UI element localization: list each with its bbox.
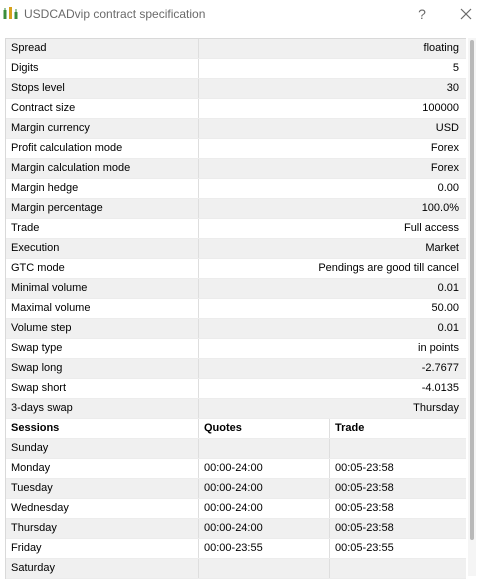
spec-row[interactable]: Swap short -4.0135 bbox=[6, 379, 466, 399]
spec-value: in points bbox=[418, 342, 459, 354]
spec-label: Execution bbox=[6, 239, 199, 258]
session-day: Wednesday bbox=[6, 499, 199, 518]
spec-row[interactable]: Maximal volume 50.00 bbox=[6, 299, 466, 319]
session-quotes: 00:00-24:00 bbox=[199, 459, 330, 478]
session-day: Tuesday bbox=[6, 479, 199, 498]
spec-value: USD bbox=[435, 122, 459, 134]
session-quotes: 00:00-24:00 bbox=[199, 519, 330, 538]
spec-row[interactable]: Digits 5 bbox=[6, 59, 466, 79]
spec-label: Swap long bbox=[6, 359, 199, 378]
spec-value: floating bbox=[423, 42, 459, 54]
spec-row[interactable]: Spread floating bbox=[6, 39, 466, 59]
spec-value: Thursday bbox=[413, 402, 459, 414]
spec-label: Maximal volume bbox=[6, 299, 199, 318]
spec-row[interactable]: 3-days swap Thursday bbox=[6, 399, 466, 419]
session-trade: 00:05-23:55 bbox=[335, 542, 394, 554]
spec-value: 100000 bbox=[422, 102, 459, 114]
session-day: Monday bbox=[6, 459, 199, 478]
window-title: USDCADvip contract specification bbox=[24, 7, 206, 21]
help-icon: ? bbox=[418, 6, 426, 22]
spec-label: Digits bbox=[6, 59, 199, 78]
sessions-header-trade: Trade bbox=[335, 422, 365, 434]
session-quotes: 00:00-23:55 bbox=[199, 539, 330, 558]
title-bar: USDCADvip contract specification ? bbox=[0, 0, 478, 30]
sessions-header-day: Sessions bbox=[6, 419, 199, 438]
session-quotes: 00:00-24:00 bbox=[199, 479, 330, 498]
session-day: Saturday bbox=[6, 559, 199, 578]
session-trade: 00:05-23:58 bbox=[335, 462, 394, 474]
spec-row[interactable]: Volume step 0.01 bbox=[6, 319, 466, 339]
session-day: Friday bbox=[6, 539, 199, 558]
spec-value: 100.0% bbox=[421, 202, 459, 214]
spec-row[interactable]: Margin percentage 100.0% bbox=[6, 199, 466, 219]
spec-label: Minimal volume bbox=[6, 279, 199, 298]
spec-value: 0.00 bbox=[437, 182, 459, 194]
session-trade bbox=[330, 559, 465, 578]
session-trade: 00:05-23:58 bbox=[335, 502, 394, 514]
spec-label: Swap short bbox=[6, 379, 199, 398]
close-icon bbox=[460, 8, 472, 20]
spec-value: 50.00 bbox=[431, 302, 459, 314]
spec-value: Pendings are good till cancel bbox=[318, 262, 459, 274]
session-row[interactable]: Thursday 00:00-24:00 00:05-23:58 bbox=[6, 519, 466, 539]
spec-row[interactable]: Margin currency USD bbox=[6, 119, 466, 139]
spec-label: Volume step bbox=[6, 319, 199, 338]
sessions-header-quotes: Quotes bbox=[199, 419, 330, 438]
session-trade: 00:05-23:58 bbox=[335, 522, 394, 534]
spec-label: Margin calculation mode bbox=[6, 159, 199, 178]
help-button[interactable]: ? bbox=[412, 4, 432, 24]
spec-label: Contract size bbox=[6, 99, 199, 118]
spec-label: Margin currency bbox=[6, 119, 199, 138]
spec-label: Margin percentage bbox=[6, 199, 199, 218]
spec-row[interactable]: Profit calculation mode Forex bbox=[6, 139, 466, 159]
spec-row[interactable]: Trade Full access bbox=[6, 219, 466, 239]
session-quotes: 00:00-24:00 bbox=[199, 499, 330, 518]
spec-row[interactable]: Swap long -2.7677 bbox=[6, 359, 466, 379]
session-row[interactable]: Friday 00:00-23:55 00:05-23:55 bbox=[6, 539, 466, 559]
spec-value: -2.7677 bbox=[421, 362, 459, 374]
spec-row[interactable]: Stops level 30 bbox=[6, 79, 466, 99]
session-trade bbox=[330, 439, 465, 458]
session-row[interactable]: Sunday bbox=[6, 439, 466, 459]
session-row[interactable]: Wednesday 00:00-24:00 00:05-23:58 bbox=[6, 499, 466, 519]
spec-row[interactable]: Minimal volume 0.01 bbox=[6, 279, 466, 299]
spec-row[interactable]: GTC mode Pendings are good till cancel bbox=[6, 259, 466, 279]
spec-label: 3-days swap bbox=[6, 399, 199, 418]
close-button[interactable] bbox=[456, 4, 476, 24]
spec-label: Trade bbox=[6, 219, 199, 238]
spec-label: Stops level bbox=[6, 79, 199, 98]
spec-row[interactable]: Margin hedge 0.00 bbox=[6, 179, 466, 199]
spec-value: Market bbox=[425, 242, 459, 254]
session-trade: 00:05-23:58 bbox=[335, 482, 394, 494]
session-quotes bbox=[199, 559, 330, 578]
spec-value: Full access bbox=[403, 222, 459, 234]
spec-value: Forex bbox=[430, 162, 459, 174]
specification-table: Spread floating Digits 5 Stops level 30 Contra… bbox=[5, 38, 466, 579]
spec-row[interactable]: Execution Market bbox=[6, 239, 466, 259]
spec-label: GTC mode bbox=[6, 259, 199, 278]
spec-label: Profit calculation mode bbox=[6, 139, 199, 158]
session-day: Sunday bbox=[6, 439, 199, 458]
spec-value: Forex bbox=[430, 142, 459, 154]
spec-value: 5 bbox=[452, 62, 459, 74]
session-row[interactable]: Saturday bbox=[6, 559, 466, 579]
chart-app-icon bbox=[3, 6, 19, 20]
spec-value: 30 bbox=[446, 82, 459, 94]
spec-value: -4.0135 bbox=[421, 382, 459, 394]
spec-value: 0.01 bbox=[437, 322, 459, 334]
spec-label: Spread bbox=[6, 39, 199, 58]
spec-row[interactable]: Margin calculation mode Forex bbox=[6, 159, 466, 179]
sessions-header-row: Sessions Quotes Trade bbox=[6, 419, 466, 439]
session-day: Thursday bbox=[6, 519, 199, 538]
session-row[interactable]: Monday 00:00-24:00 00:05-23:58 bbox=[6, 459, 466, 479]
spec-label: Margin hedge bbox=[6, 179, 199, 198]
spec-label: Swap type bbox=[6, 339, 199, 358]
spec-value: 0.01 bbox=[437, 282, 459, 294]
session-row[interactable]: Tuesday 00:00-24:00 00:05-23:58 bbox=[6, 479, 466, 499]
session-quotes bbox=[199, 439, 330, 458]
scrollbar-thumb[interactable] bbox=[470, 40, 474, 540]
spec-row[interactable]: Swap type in points bbox=[6, 339, 466, 359]
spec-row[interactable]: Contract size 100000 bbox=[6, 99, 466, 119]
